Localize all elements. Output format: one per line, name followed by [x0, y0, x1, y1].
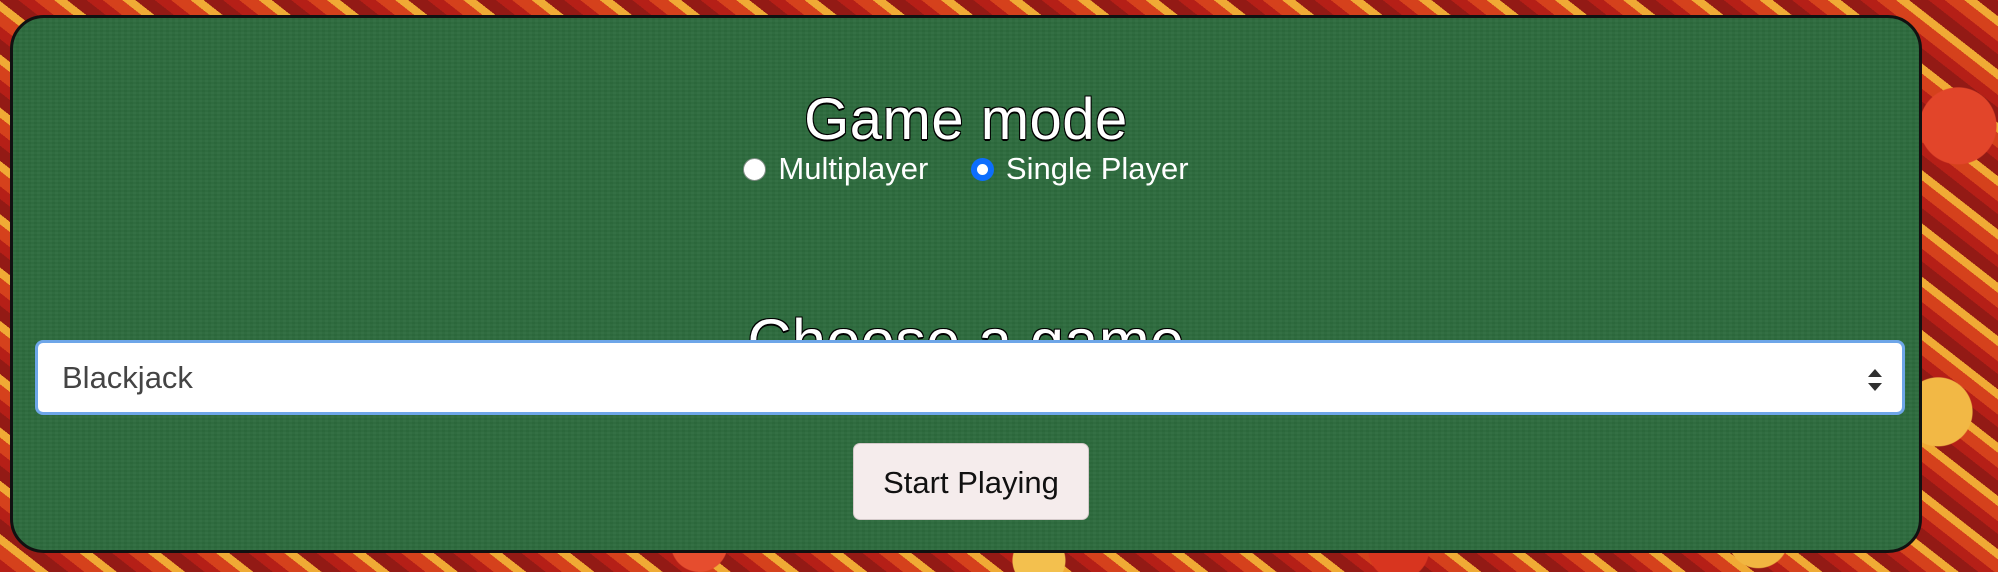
- start-playing-button[interactable]: Start Playing: [853, 443, 1089, 520]
- game-select[interactable]: Blackjack: [35, 340, 1905, 415]
- multiplayer-radio-option[interactable]: Multiplayer: [743, 150, 928, 188]
- single-player-radio-label: Single Player: [1005, 151, 1189, 186]
- game-mode-heading: Game mode: [804, 86, 1128, 152]
- multiplayer-radio-label: Multiplayer: [778, 151, 929, 186]
- up-down-chevron-icon[interactable]: [1868, 369, 1882, 391]
- game-setup-panel: Game mode Multiplayer Single Player Choo…: [10, 15, 1922, 553]
- single-player-radio-icon[interactable]: [970, 157, 994, 181]
- game-mode-radio-group: Multiplayer Single Player: [13, 150, 1919, 190]
- single-player-radio-option[interactable]: Single Player: [970, 150, 1189, 188]
- selected-game-value: Blackjack: [62, 360, 193, 395]
- multiplayer-radio-icon[interactable]: [743, 157, 767, 181]
